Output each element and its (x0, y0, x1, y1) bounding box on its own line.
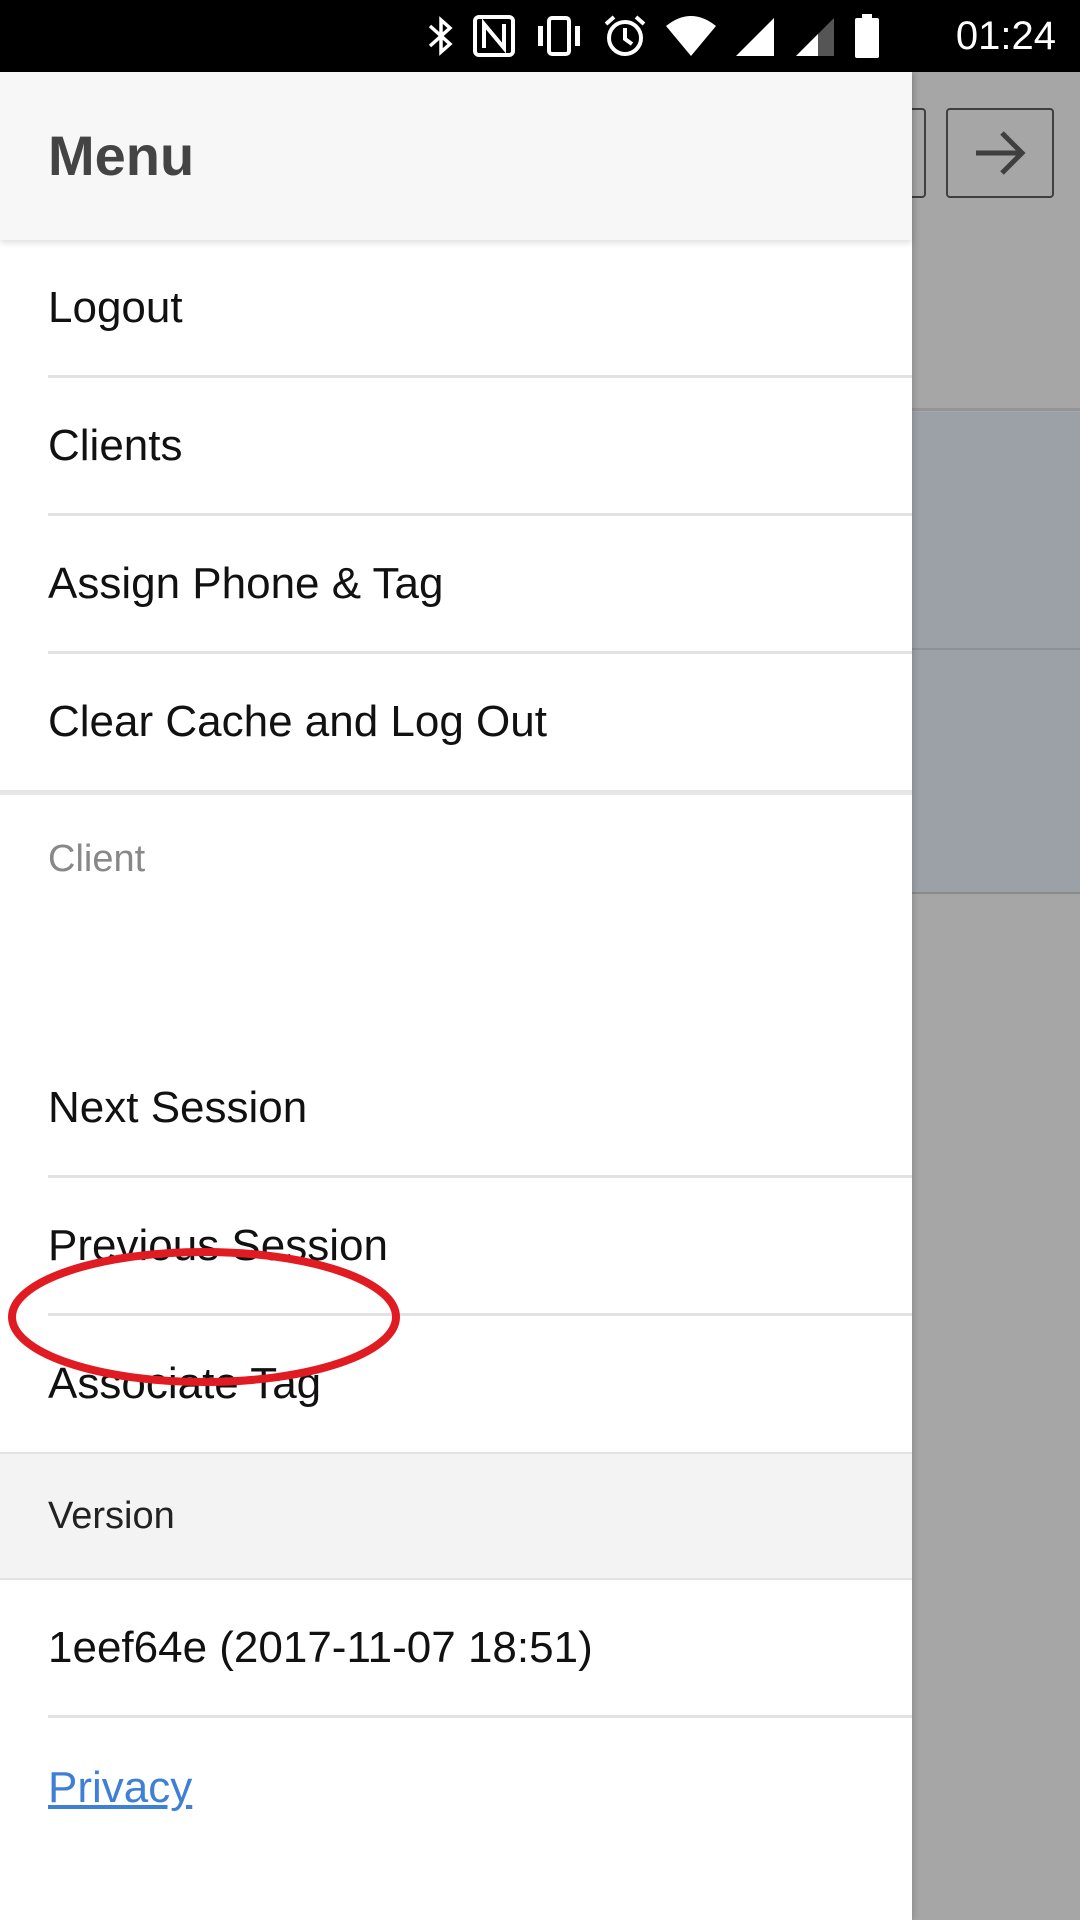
menu-item-clients[interactable]: Clients (0, 378, 912, 516)
navigation-drawer: Menu Logout Clients Assign Phone & Tag C… (0, 72, 912, 1920)
cell-signal-icon (736, 18, 774, 56)
divider (48, 1715, 912, 1718)
menu-item-label: Logout (48, 283, 183, 332)
arrow-right-icon (976, 131, 1026, 175)
menu-item-label: Next Session (48, 1083, 308, 1132)
menu-item-clear-cache-logout[interactable]: Clear Cache and Log Out (0, 654, 912, 792)
section-label-client: Client (48, 838, 146, 880)
menu-item-label: Assign Phone & Tag (48, 559, 444, 608)
version-label: Version (48, 1495, 175, 1537)
drawer-header: Menu (0, 72, 912, 240)
menu-item-logout[interactable]: Logout (0, 240, 912, 378)
status-bar: 01:24 (0, 0, 1080, 72)
version-value: 1eef64e (2017-11-07 18:51) (48, 1623, 593, 1672)
privacy-link[interactable]: Privacy (48, 1763, 192, 1813)
wifi-icon (666, 16, 716, 56)
menu-item-next-session[interactable]: Next Session (0, 1040, 912, 1178)
menu-item-label: Previous Session (48, 1221, 388, 1270)
menu-item-assign-phone-tag[interactable]: Assign Phone & Tag (0, 516, 912, 654)
menu-item-label: Clients (48, 421, 183, 470)
battery-icon (855, 14, 879, 58)
section-divider (0, 790, 912, 795)
drawer-title: Menu (48, 124, 195, 187)
version-value-row: 1eef64e (2017-11-07 18:51) (0, 1580, 912, 1718)
nfc-icon (473, 15, 515, 57)
status-time: 01:24 (955, 14, 1056, 58)
alarm-icon (604, 15, 646, 56)
version-header: Version (0, 1452, 912, 1580)
vibrate-icon (538, 16, 580, 56)
menu-item-associate-tag[interactable]: Associate Tag (0, 1316, 912, 1454)
bluetooth-icon (428, 16, 453, 56)
cell-signal-2-icon (796, 18, 834, 56)
menu-item-label: Associate Tag (48, 1359, 322, 1408)
status-icons (426, 10, 880, 62)
menu-item-previous-session[interactable]: Previous Session (0, 1178, 912, 1316)
next-arrow-button[interactable] (946, 108, 1054, 198)
menu-item-label: Clear Cache and Log Out (48, 697, 547, 746)
